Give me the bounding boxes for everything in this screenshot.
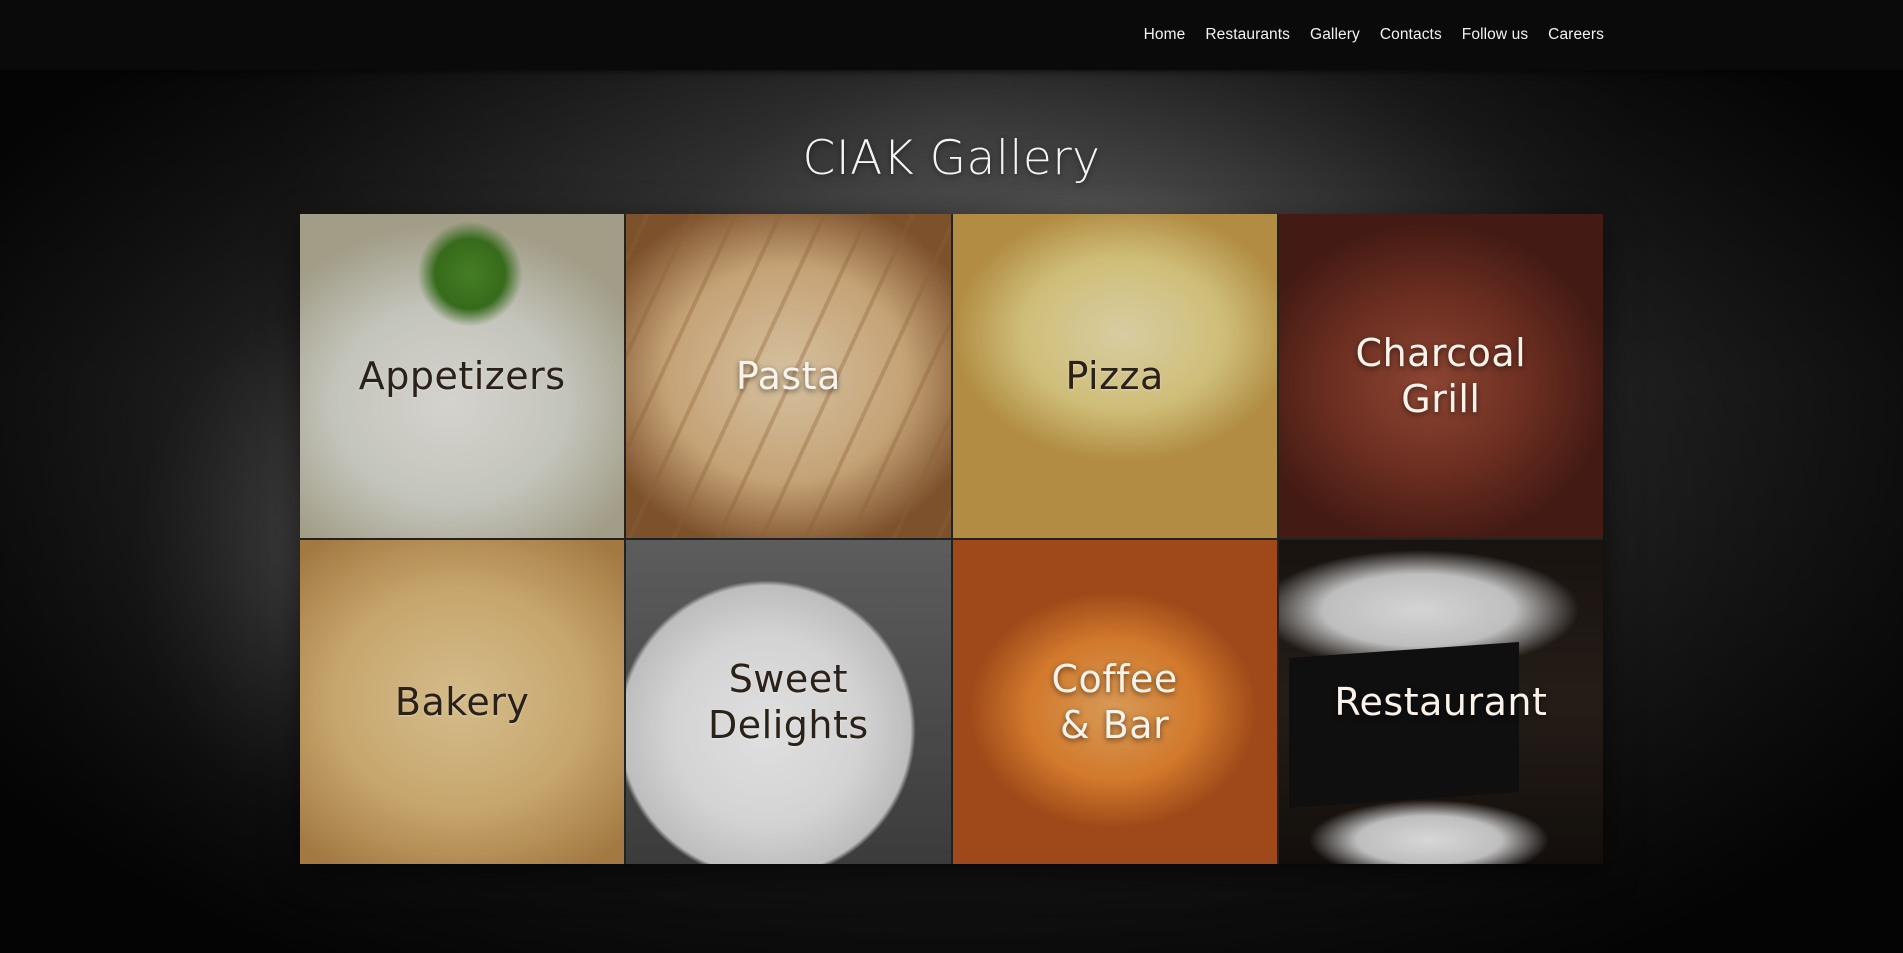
tile-label: Pizza <box>1065 354 1164 398</box>
gallery-tile-pasta[interactable]: Pasta <box>626 214 951 538</box>
gallery-tile-coffee-bar[interactable]: Coffee & Bar <box>952 540 1277 864</box>
tile-label: Appetizers <box>358 354 566 398</box>
tile-label: Coffee & Bar <box>1051 657 1178 747</box>
tile-label: Pasta <box>735 354 841 398</box>
tile-label: Charcoal Grill <box>1355 331 1527 421</box>
gallery-tile-charcoal-grill[interactable]: Charcoal Grill <box>1278 214 1603 538</box>
nav-careers-link[interactable]: Careers <box>1548 26 1604 44</box>
gallery-grid: Appetizers Pasta Pizza Charcoal Grill Ba… <box>300 214 1603 864</box>
tile-label: Restaurant <box>1334 680 1548 724</box>
nav-home-link[interactable]: Home <box>1144 26 1186 44</box>
nav-contacts-link[interactable]: Contacts <box>1380 26 1442 44</box>
top-navigation-bar: Home Restaurants Gallery Contacts Follow… <box>0 0 1903 70</box>
gallery-tile-sweet-delights[interactable]: Sweet Delights <box>626 540 951 864</box>
tile-label: Sweet Delights <box>708 657 869 747</box>
nav-restaurants-link[interactable]: Restaurants <box>1205 26 1290 44</box>
nav-gallery-link[interactable]: Gallery <box>1310 26 1360 44</box>
gallery-tile-bakery[interactable]: Bakery <box>300 540 625 864</box>
gallery-tile-appetizers[interactable]: Appetizers <box>300 214 625 538</box>
main-nav: Home Restaurants Gallery Contacts Follow… <box>1144 0 1604 70</box>
nav-follow-us-link[interactable]: Follow us <box>1462 26 1528 44</box>
gallery-tile-restaurant[interactable]: Restaurant <box>1278 540 1603 864</box>
page: Home Restaurants Gallery Contacts Follow… <box>0 0 1903 953</box>
tile-label: Bakery <box>394 680 530 724</box>
gallery-tile-pizza[interactable]: Pizza <box>952 214 1277 538</box>
page-title: CIAK Gallery <box>802 131 1101 187</box>
